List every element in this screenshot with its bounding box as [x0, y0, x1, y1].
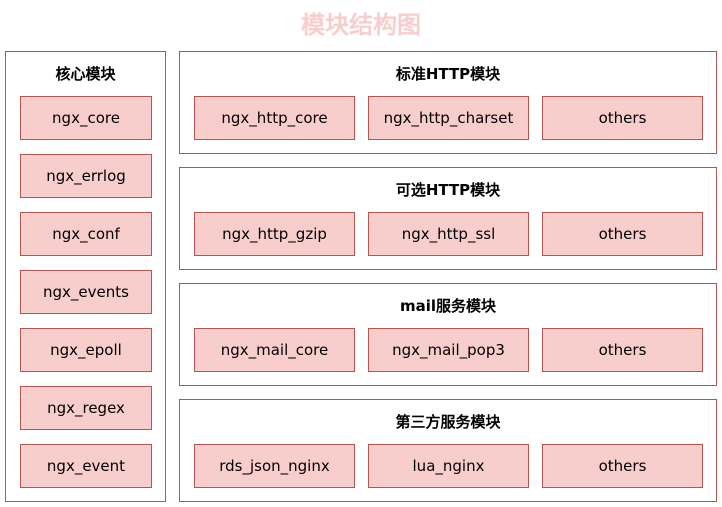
module-item: ngx_http_core — [194, 96, 355, 140]
core-module-item: ngx_errlog — [20, 154, 152, 198]
module-item: others — [542, 328, 703, 372]
module-item: ngx_http_gzip — [194, 212, 355, 256]
third-party-header: 第三方服务模块 — [395, 413, 501, 431]
standard-http-panel: 标准HTTP模块 ngx_http_core ngx_http_charset … — [179, 51, 717, 154]
core-module-item: ngx_core — [20, 96, 152, 140]
module-item: ngx_http_charset — [368, 96, 529, 140]
core-module-header: 核心模块 — [55, 65, 116, 83]
module-item: lua_nginx — [368, 444, 529, 488]
third-party-panel: 第三方服务模块 rds_json_nginx lua_nginx others — [179, 399, 717, 502]
module-item: ngx_mail_pop3 — [368, 328, 529, 372]
module-item: ngx_http_ssl — [368, 212, 529, 256]
module-item: others — [542, 212, 703, 256]
core-module-item: ngx_conf — [20, 212, 152, 256]
module-item: rds_json_nginx — [194, 444, 355, 488]
optional-http-header: 可选HTTP模块 — [395, 181, 501, 199]
core-module-item: ngx_events — [20, 270, 152, 314]
module-item: ngx_mail_core — [194, 328, 355, 372]
core-module-item: ngx_epoll — [20, 328, 152, 372]
standard-http-header: 标准HTTP模块 — [395, 65, 501, 83]
module-item: others — [542, 96, 703, 140]
optional-http-panel: 可选HTTP模块 ngx_http_gzip ngx_http_ssl othe… — [179, 167, 717, 270]
mail-service-panel: mail服务模块 ngx_mail_core ngx_mail_pop3 oth… — [179, 283, 717, 386]
core-module-item: ngx_regex — [20, 386, 152, 430]
core-module-item: ngx_event — [20, 444, 152, 488]
mail-service-header: mail服务模块 — [399, 297, 497, 315]
diagram-title: 模块结构图 — [301, 11, 421, 39]
core-module-panel: 核心模块 ngx_core ngx_errlog ngx_conf ngx_ev… — [5, 51, 166, 502]
module-item: others — [542, 444, 703, 488]
